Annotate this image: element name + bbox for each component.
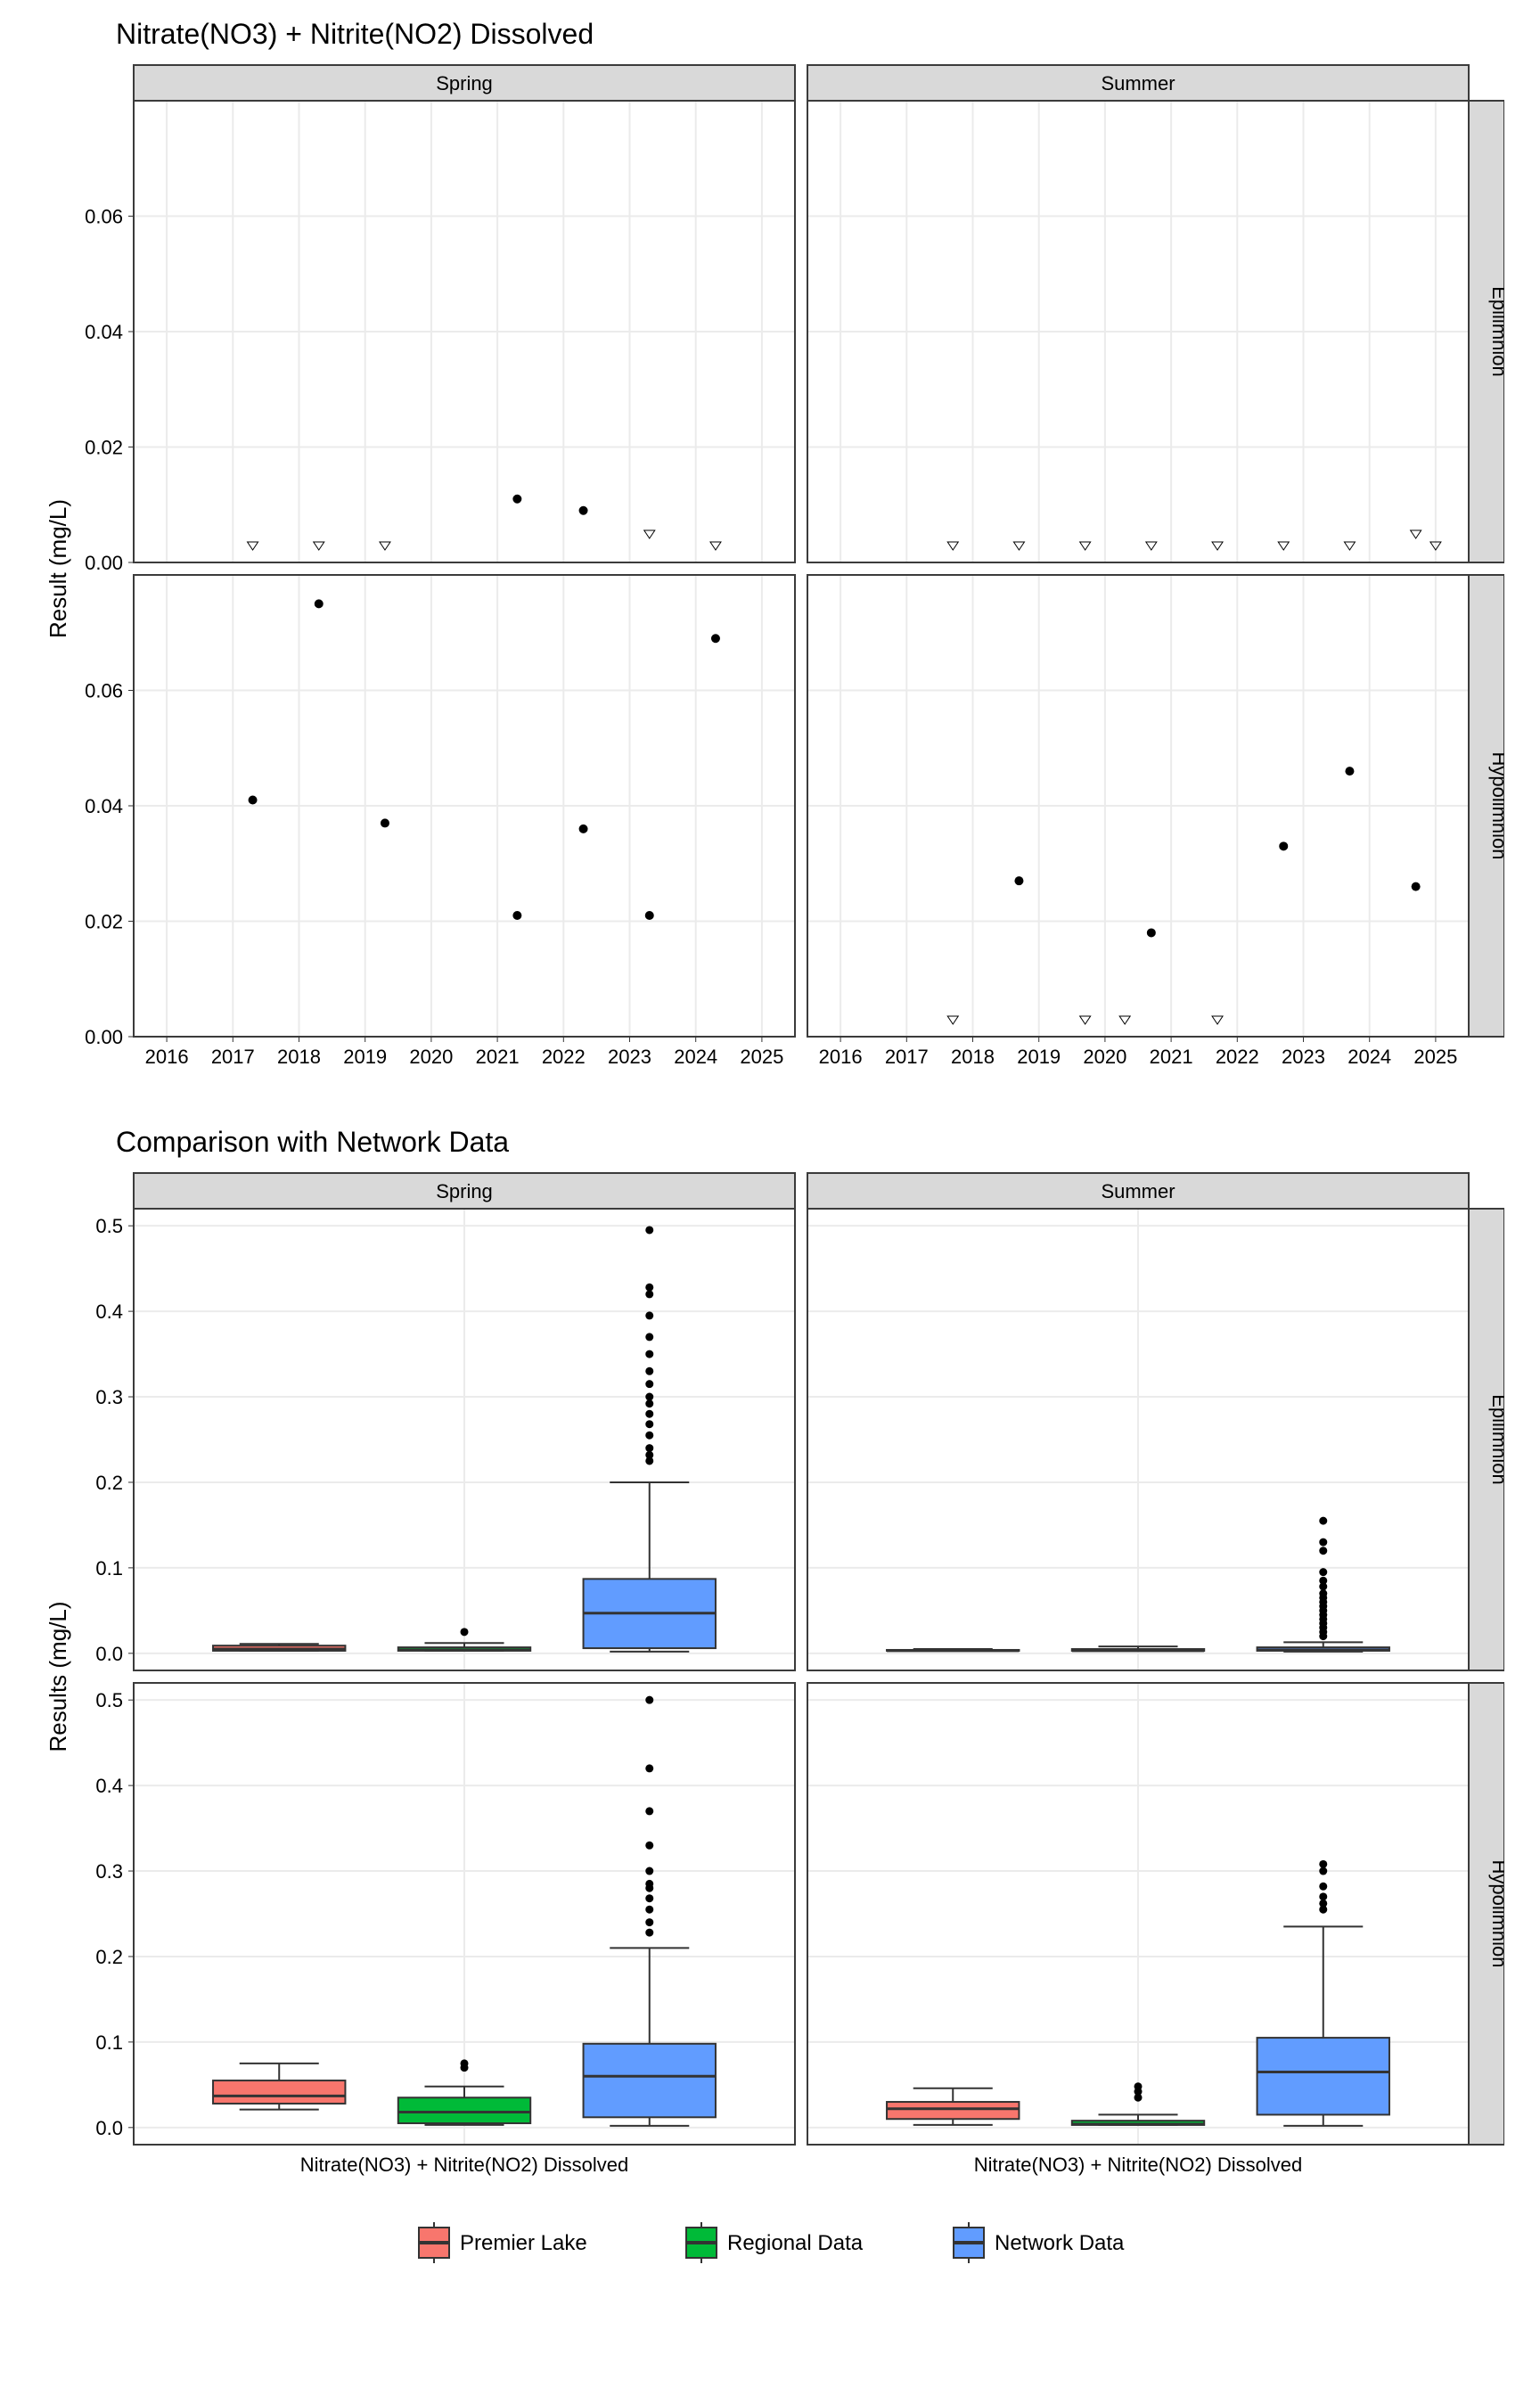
svg-text:2025: 2025 (740, 1046, 783, 1068)
svg-text:2020: 2020 (409, 1046, 453, 1068)
svg-text:0.3: 0.3 (95, 1386, 123, 1408)
svg-text:2017: 2017 (211, 1046, 255, 1068)
svg-text:Summer: Summer (1101, 1180, 1175, 1202)
svg-text:2016: 2016 (819, 1046, 863, 1068)
svg-text:Nitrate(NO3) + Nitrite(NO2) Di: Nitrate(NO3) + Nitrite(NO2) Dissolved (300, 2154, 629, 2176)
svg-text:Result (mg/L): Result (mg/L) (45, 499, 71, 638)
svg-text:0.2: 0.2 (95, 1472, 123, 1494)
scatter-title: Nitrate(NO3) + Nitrite(NO2) Dissolved (116, 18, 1504, 51)
svg-text:0.06: 0.06 (85, 206, 123, 228)
svg-text:Premier Lake: Premier Lake (460, 2231, 587, 2255)
svg-text:2018: 2018 (277, 1046, 321, 1068)
svg-text:0.06: 0.06 (85, 680, 123, 702)
svg-text:2023: 2023 (608, 1046, 651, 1068)
svg-text:2020: 2020 (1083, 1046, 1126, 1068)
svg-text:2024: 2024 (1348, 1046, 1391, 1068)
svg-text:0.5: 0.5 (95, 1215, 123, 1237)
box-title: Comparison with Network Data (116, 1126, 1504, 1159)
svg-text:0.5: 0.5 (95, 1689, 123, 1711)
svg-text:2018: 2018 (951, 1046, 995, 1068)
svg-text:Summer: Summer (1101, 72, 1175, 94)
svg-text:2022: 2022 (1216, 1046, 1259, 1068)
svg-text:Regional Data: Regional Data (727, 2231, 864, 2255)
svg-text:Spring: Spring (436, 1180, 493, 1202)
svg-text:0.00: 0.00 (85, 552, 123, 574)
svg-text:0.0: 0.0 (95, 1643, 123, 1665)
svg-text:2023: 2023 (1282, 1046, 1325, 1068)
svg-text:2021: 2021 (1150, 1046, 1193, 1068)
svg-text:0.04: 0.04 (85, 321, 123, 343)
svg-text:Epilimnion: Epilimnion (1488, 286, 1504, 377)
svg-text:2019: 2019 (343, 1046, 387, 1068)
svg-text:Hypolimnion: Hypolimnion (1488, 1859, 1504, 1967)
svg-text:Epilimnion: Epilimnion (1488, 1394, 1504, 1485)
svg-text:2024: 2024 (674, 1046, 717, 1068)
svg-text:0.02: 0.02 (85, 911, 123, 933)
svg-text:0.00: 0.00 (85, 1026, 123, 1048)
svg-text:Network Data: Network Data (995, 2231, 1125, 2255)
svg-text:0.1: 0.1 (95, 2031, 123, 2054)
legend: Premier Lake Regional Data Network Data (36, 2198, 1504, 2287)
svg-text:2025: 2025 (1413, 1046, 1457, 1068)
svg-text:2017: 2017 (885, 1046, 929, 1068)
svg-text:0.04: 0.04 (85, 795, 123, 817)
svg-text:2019: 2019 (1017, 1046, 1061, 1068)
svg-text:0.1: 0.1 (95, 1557, 123, 1580)
svg-text:Nitrate(NO3) + Nitrite(NO2) Di: Nitrate(NO3) + Nitrite(NO2) Dissolved (974, 2154, 1303, 2176)
boxplot-facet-chart: Spring 0.0 0.1 0.2 0.3 0.4 0.5 0.0 0.1 0.2 0.3 0.4 0… (36, 1164, 1504, 2198)
svg-text:2021: 2021 (476, 1046, 520, 1068)
svg-text:0.3: 0.3 (95, 1860, 123, 1883)
svg-text:2022: 2022 (542, 1046, 586, 1068)
svg-text:Spring: Spring (436, 72, 493, 94)
svg-text:0.4: 0.4 (95, 1775, 123, 1797)
svg-text:0.02: 0.02 (85, 437, 123, 459)
svg-text:Results (mg/L): Results (mg/L) (45, 1601, 71, 1752)
svg-text:0.0: 0.0 (95, 2117, 123, 2139)
svg-text:2016: 2016 (145, 1046, 189, 1068)
svg-text:0.4: 0.4 (95, 1301, 123, 1323)
svg-text:Hypolimnion: Hypolimnion (1488, 751, 1504, 859)
scatter-facet-chart: Spring 0.00 0.02 0.04 0.06 0.00 0.02 0.04 0.06 20… (36, 56, 1504, 1090)
svg-text:0.2: 0.2 (95, 1946, 123, 1968)
